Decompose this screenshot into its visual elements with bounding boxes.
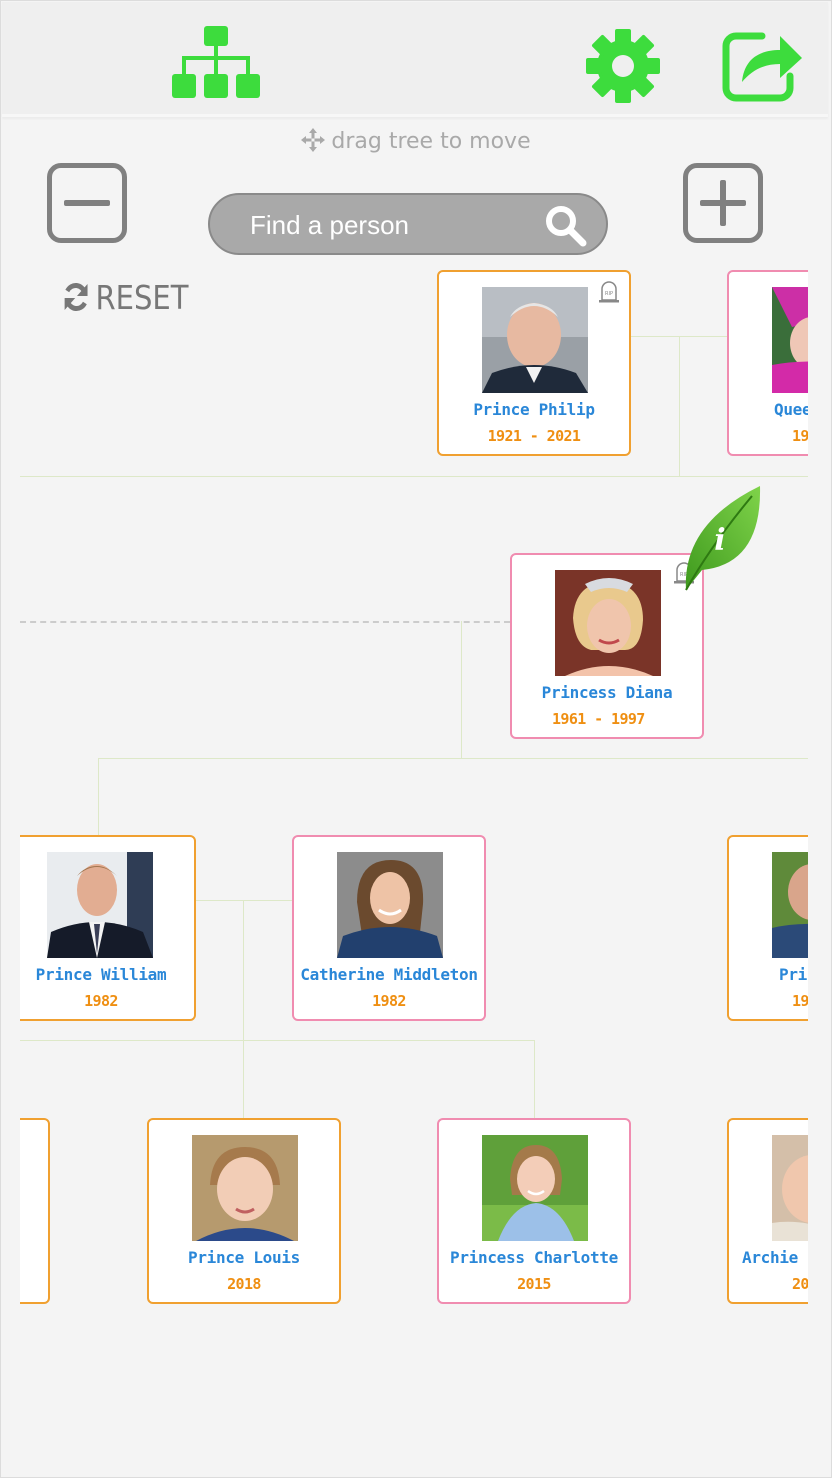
person-photo [772,852,808,958]
person-card-prince-harry[interactable]: Prin 19 [727,835,808,1021]
person-card-princess-diana[interactable]: RIP Princess Diana 1961 - 1997 [510,553,704,739]
person-card-queen[interactable]: Queen 19 [727,270,808,456]
person-photo [772,287,808,393]
search-box[interactable] [208,193,608,255]
top-toolbar [2,2,828,117]
person-name: Prin [779,965,808,984]
person-years: 2018 [227,1275,261,1293]
family-tree-canvas[interactable]: RIP Prince Philip 1921 - 2021 Queen 19 R… [20,260,808,1360]
person-years: 1982 [84,992,118,1010]
share-icon[interactable] [722,26,804,102]
connector [243,900,244,1118]
person-card-prince-william[interactable]: Prince William 1982 [20,835,196,1021]
person-name: Princess Charlotte [450,1248,618,1267]
connector [98,758,808,759]
person-card-prince-louis[interactable]: Prince Louis 2018 [147,1118,341,1304]
connector [98,758,99,835]
person-years: 20 [792,1275,808,1293]
person-photo [482,287,588,393]
person-years: 19 [792,427,808,445]
person-name: Prince William [35,965,167,984]
minus-icon [64,200,110,206]
tombstone-icon: RIP [599,281,619,303]
connector [194,900,294,901]
partner-dashed-connector [20,621,510,623]
info-leaf-icon[interactable]: i [682,484,762,594]
person-photo [482,1135,588,1241]
person-photo [555,570,661,676]
person-years: 1961 - 1997 [552,710,645,728]
magnifier-icon[interactable] [544,204,588,248]
connector [679,336,680,476]
svg-text:RIP: RIP [605,291,613,297]
connector [20,476,808,477]
zoom-in-button[interactable] [683,163,763,243]
search-input[interactable] [248,205,532,245]
person-name: Prince Louis [188,1248,300,1267]
person-photo [337,852,443,958]
sitemap-icon[interactable] [172,26,260,102]
person-card-catherine-middleton[interactable]: Catherine Middleton 1982 [292,835,486,1021]
person-years: 1982 [372,992,406,1010]
person-card-princess-charlotte[interactable]: Princess Charlotte 2015 [437,1118,631,1304]
drag-hint-text: drag tree to move [331,129,531,154]
person-years: 19 [792,992,808,1010]
svg-text:i: i [714,523,725,558]
connector [534,1040,535,1118]
move-arrows-icon [301,128,326,152]
person-name: Catherine Middleton [300,965,478,984]
person-name: Queen [774,400,808,419]
person-name: Archie M [742,1248,808,1267]
person-name: Princess Diana [541,683,673,702]
person-name: Prince Philip [473,400,595,419]
person-photo [772,1135,808,1241]
person-photo [47,852,153,958]
person-card-archie[interactable]: Archie M 20 [727,1118,808,1304]
connector [20,1040,535,1041]
gear-icon[interactable] [585,28,661,104]
person-card-partial[interactable] [20,1118,50,1304]
person-years: 2015 [517,1275,551,1293]
person-photo [192,1135,298,1241]
zoom-out-button[interactable] [47,163,127,243]
person-card-prince-philip[interactable]: RIP Prince Philip 1921 - 2021 [437,270,631,456]
plus-icon-v [720,180,726,226]
drag-hint: drag tree to move [0,128,832,154]
person-years: 1921 - 2021 [487,427,581,445]
connector [461,621,462,759]
